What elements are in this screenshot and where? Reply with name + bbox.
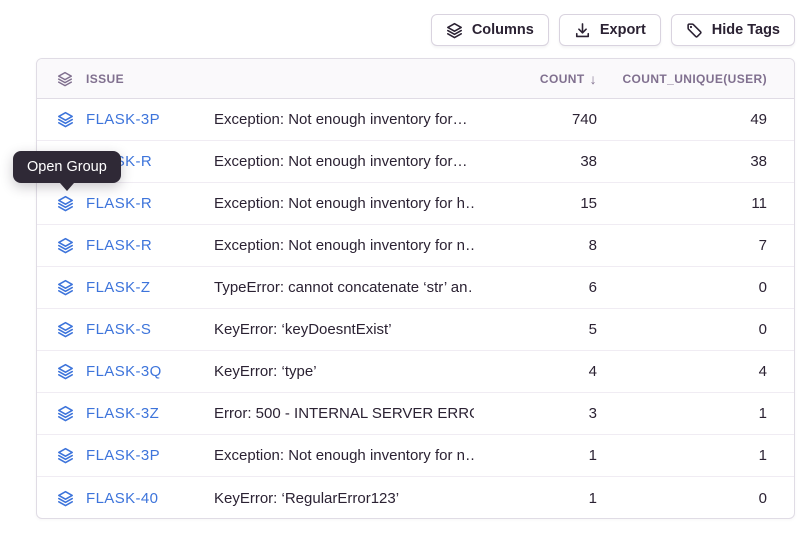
count-value: 3	[474, 405, 624, 422]
columns-button-label: Columns	[472, 22, 534, 38]
issue-link[interactable]: FLASK-3Q	[86, 363, 162, 380]
count-unique-value: 1	[624, 405, 794, 422]
count-unique-value: 0	[624, 279, 794, 296]
issue-message: KeyError: ‘type’	[214, 363, 474, 380]
table-row: FLASK-S KeyError: ‘keyDoesntExist’ 5 0	[37, 309, 794, 351]
table-row: FLASK-R Exception: Not enough inventory …	[37, 141, 794, 183]
issue-cell: FLASK-3Q	[37, 363, 214, 380]
issue-link[interactable]: FLASK-R	[86, 237, 152, 254]
layers-icon	[57, 71, 73, 87]
issue-message: TypeError: cannot concatenate ‘str’ an…	[214, 279, 474, 296]
issue-link[interactable]: FLASK-Z	[86, 279, 150, 296]
tag-icon	[686, 22, 703, 39]
count-value: 5	[474, 321, 624, 338]
layers-icon[interactable]	[57, 405, 74, 422]
issue-message: Exception: Not enough inventory for…	[214, 153, 474, 170]
issue-header-label: ISSUE	[86, 72, 124, 86]
table-row: FLASK-3Z Error: 500 - INTERNAL SERVER ER…	[37, 393, 794, 435]
count-value: 6	[474, 279, 624, 296]
issue-link[interactable]: FLASK-3P	[86, 111, 160, 128]
layers-icon[interactable]	[57, 363, 74, 380]
issue-cell: FLASK-R	[37, 195, 214, 212]
issue-message: Exception: Not enough inventory for h…	[214, 195, 474, 212]
count-unique-value: 0	[624, 321, 794, 338]
layers-icon[interactable]	[57, 447, 74, 464]
table-row: FLASK-40 KeyError: ‘RegularError123’ 1 0	[37, 477, 794, 519]
toolbar: Columns Export Hide Tags	[431, 14, 795, 46]
issue-link[interactable]: FLASK-3P	[86, 447, 160, 464]
issue-cell: FLASK-S	[37, 321, 214, 338]
count-value: 8	[474, 237, 624, 254]
layers-icon[interactable]	[57, 237, 74, 254]
table-row: FLASK-Z TypeError: cannot concatenate ‘s…	[37, 267, 794, 309]
issue-cell: FLASK-R	[37, 237, 214, 254]
count-value: 740	[474, 111, 624, 128]
layers-icon[interactable]	[57, 279, 74, 296]
column-header-count-unique[interactable]: COUNT_UNIQUE(USER)	[624, 72, 794, 86]
columns-button[interactable]: Columns	[431, 14, 549, 46]
sort-desc-icon: ↓	[590, 72, 597, 86]
issue-message: Exception: Not enough inventory for n…	[214, 237, 474, 254]
layers-icon	[446, 22, 463, 39]
table-row: FLASK-3P Exception: Not enough inventory…	[37, 99, 794, 141]
issue-cell: FLASK-3Z	[37, 405, 214, 422]
issue-message: Error: 500 - INTERNAL SERVER ERROR	[214, 405, 474, 422]
table-row: FLASK-R Exception: Not enough inventory …	[37, 183, 794, 225]
count-unique-header-label: COUNT_UNIQUE(USER)	[622, 72, 767, 86]
table-body: FLASK-3P Exception: Not enough inventory…	[37, 99, 794, 519]
layers-icon[interactable]	[57, 321, 74, 338]
layers-icon[interactable]	[57, 490, 74, 507]
count-value: 15	[474, 195, 624, 212]
issue-message: KeyError: ‘keyDoesntExist’	[214, 321, 474, 338]
download-icon	[574, 22, 591, 39]
issue-cell: FLASK-40	[37, 490, 214, 507]
issue-cell: FLASK-Z	[37, 279, 214, 296]
issue-message: Exception: Not enough inventory for…	[214, 111, 474, 128]
tooltip-label: Open Group	[27, 159, 107, 175]
export-button[interactable]: Export	[559, 14, 661, 46]
count-unique-value: 49	[624, 111, 794, 128]
hide-tags-button[interactable]: Hide Tags	[671, 14, 795, 46]
tooltip-open-group: Open Group	[13, 151, 121, 183]
count-unique-value: 38	[624, 153, 794, 170]
count-header-label: COUNT	[540, 72, 585, 86]
issue-cell: FLASK-3P	[37, 111, 214, 128]
layers-icon[interactable]	[57, 111, 74, 128]
export-button-label: Export	[600, 22, 646, 38]
issue-link[interactable]: FLASK-R	[86, 195, 152, 212]
issue-cell: FLASK-3P	[37, 447, 214, 464]
count-unique-value: 4	[624, 363, 794, 380]
issue-link[interactable]: FLASK-S	[86, 321, 151, 338]
tooltip-arrow	[60, 183, 74, 191]
issue-message: Exception: Not enough inventory for n…	[214, 447, 474, 464]
count-value: 4	[474, 363, 624, 380]
count-value: 38	[474, 153, 624, 170]
count-unique-value: 7	[624, 237, 794, 254]
count-value: 1	[474, 490, 624, 507]
issue-link[interactable]: FLASK-3Z	[86, 405, 159, 422]
column-header-count[interactable]: COUNT ↓	[474, 72, 624, 86]
count-unique-value: 1	[624, 447, 794, 464]
table-row: FLASK-R Exception: Not enough inventory …	[37, 225, 794, 267]
results-table: ISSUE COUNT ↓ COUNT_UNIQUE(USER) FLASK-3…	[36, 58, 795, 519]
table-header: ISSUE COUNT ↓ COUNT_UNIQUE(USER)	[37, 59, 794, 99]
column-header-issue[interactable]: ISSUE	[37, 71, 214, 87]
issue-link[interactable]: FLASK-40	[86, 490, 158, 507]
table-row: FLASK-3Q KeyError: ‘type’ 4 4	[37, 351, 794, 393]
count-unique-value: 11	[624, 195, 794, 212]
count-unique-value: 0	[624, 490, 794, 507]
table-row: FLASK-3P Exception: Not enough inventory…	[37, 435, 794, 477]
issue-message: KeyError: ‘RegularError123’	[214, 490, 474, 507]
layers-icon[interactable]	[57, 195, 74, 212]
hide-tags-button-label: Hide Tags	[712, 22, 780, 38]
count-value: 1	[474, 447, 624, 464]
